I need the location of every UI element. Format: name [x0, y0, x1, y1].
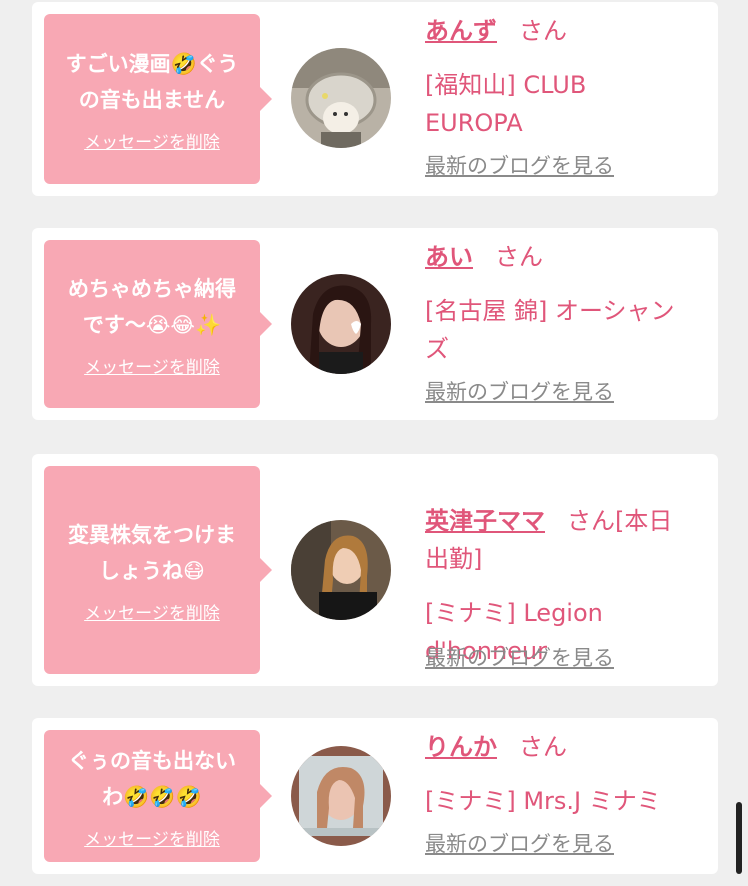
- member-name-link[interactable]: 英津子ママ: [425, 507, 545, 535]
- hamster-photo-avatar-icon: [291, 48, 391, 148]
- message-bubble: めちゃめちゃ納得 です〜😭😂✨ メッセージを削除: [44, 240, 272, 408]
- honorific: さん: [495, 243, 543, 271]
- honorific: さん: [519, 733, 567, 761]
- name-line: あんず さん: [425, 12, 707, 50]
- member-info: 英津子ママ さん[本日 出勤] [ミナミ] Legion d'honneur: [425, 464, 707, 670]
- woman-photo-avatar-icon: [291, 746, 391, 846]
- name-line: 英津子ママ さん[本日 出勤]: [425, 464, 707, 578]
- latest-blog-link[interactable]: 最新のブログを見る: [425, 150, 614, 180]
- message-bubble: 変異株気をつけま しょうね😷 メッセージを削除: [44, 466, 272, 674]
- message-card: すごい漫画🤣ぐう の音も出ません メッセージを削除 あんず さん [福知山] CL…: [32, 2, 718, 196]
- latest-blog-link[interactable]: 最新のブログを見る: [425, 376, 614, 406]
- avatar[interactable]: [291, 520, 391, 620]
- shop-name: [福知山] CLUB EUROPA: [425, 71, 587, 137]
- message-card: 変異株気をつけま しょうね😷 メッセージを削除 英津子ママ さん[本日 出勤] […: [32, 454, 718, 686]
- avatar[interactable]: [291, 274, 391, 374]
- message-text: すごい漫画🤣ぐう の音も出ません: [65, 51, 239, 112]
- message-text: めちゃめちゃ納得 です〜😭😂✨: [68, 276, 236, 337]
- delete-message-link[interactable]: メッセージを削除: [84, 353, 220, 378]
- member-name-link[interactable]: あい: [425, 243, 473, 271]
- delete-message-link[interactable]: メッセージを削除: [84, 599, 220, 624]
- name-line: あい さん: [425, 238, 707, 276]
- delete-message-link[interactable]: メッセージを削除: [84, 128, 220, 153]
- member-info: あんず さん [福知山] CLUB EUROPA: [425, 12, 707, 142]
- avatar[interactable]: [291, 746, 391, 846]
- message-card: めちゃめちゃ納得 です〜😭😂✨ メッセージを削除 あい さん [名古屋 錦] オー…: [32, 228, 718, 420]
- scrollbar[interactable]: [736, 802, 742, 874]
- member-info: りんか さん [ミナミ] Mrs.J ミナミ: [425, 728, 707, 820]
- shop-name: [ミナミ] Mrs.J ミナミ: [425, 787, 661, 815]
- latest-blog-link[interactable]: 最新のブログを見る: [425, 642, 614, 672]
- name-line: りんか さん: [425, 728, 707, 766]
- member-info: あい さん [名古屋 錦] オーシャン ズ: [425, 238, 707, 368]
- avatar[interactable]: [291, 48, 391, 148]
- member-name-link[interactable]: あんず: [425, 17, 497, 45]
- member-name-link[interactable]: りんか: [425, 733, 497, 761]
- latest-blog-link[interactable]: 最新のブログを見る: [425, 828, 614, 858]
- woman-photo-avatar-icon: [291, 520, 391, 620]
- message-bubble: ぐぅの音も出ない わ🤣🤣🤣 メッセージを削除: [44, 730, 272, 862]
- woman-photo-avatar-icon: [291, 274, 391, 374]
- honorific: さん: [519, 17, 567, 45]
- message-bubble: すごい漫画🤣ぐう の音も出ません メッセージを削除: [44, 14, 272, 184]
- delete-message-link[interactable]: メッセージを削除: [84, 825, 220, 850]
- message-text: 変異株気をつけま しょうね😷: [68, 522, 236, 583]
- shop-name: [名古屋 錦] オーシャン ズ: [425, 297, 675, 363]
- message-text: ぐぅの音も出ない わ🤣🤣🤣: [68, 748, 236, 809]
- message-card: ぐぅの音も出ない わ🤣🤣🤣 メッセージを削除 りんか さん [ミナミ] Mrs.J…: [32, 718, 718, 874]
